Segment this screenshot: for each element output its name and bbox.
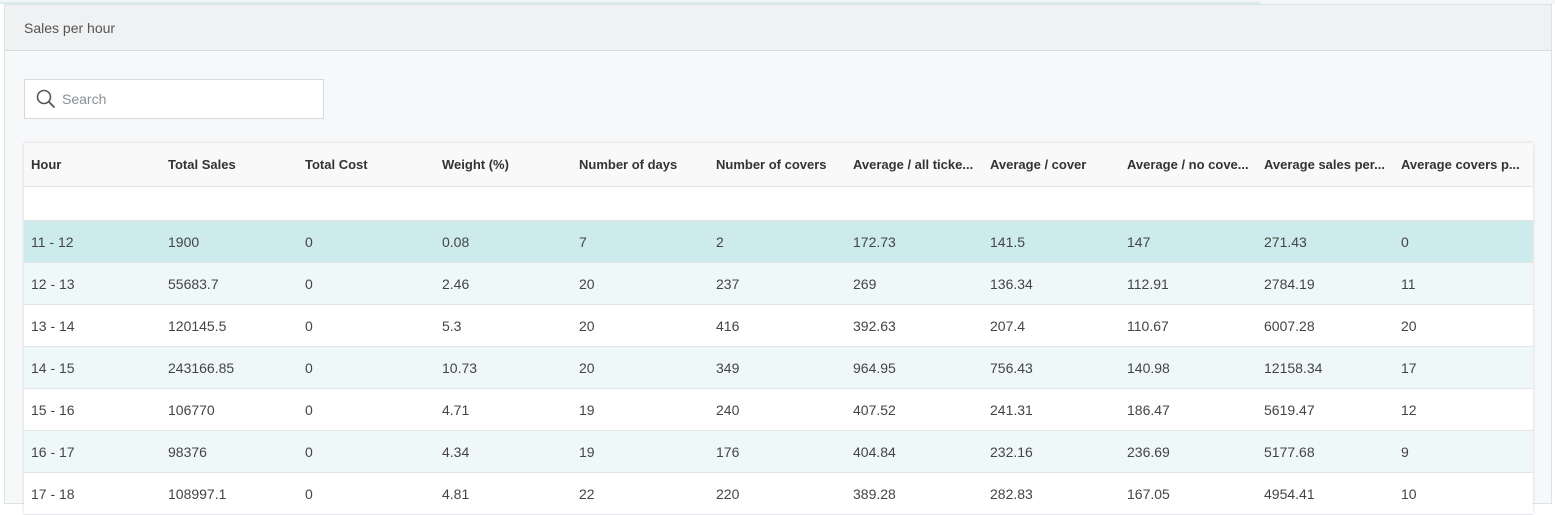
column-header[interactable]: Average / cover bbox=[983, 143, 1120, 187]
table-cell: 0 bbox=[1394, 220, 1533, 263]
table-cell: 392.63 bbox=[846, 304, 983, 347]
sales-table: Hour Total Sales Total Cost Weight (%) Numbe… bbox=[24, 143, 1533, 515]
table-cell: 16 - 17 bbox=[24, 430, 161, 473]
table-cell: 0 bbox=[298, 346, 435, 389]
table-header-row: Hour Total Sales Total Cost Weight (%) Numbe… bbox=[24, 143, 1533, 187]
sales-per-hour-panel: Sales per hour HourTotal SalesTotal Cost… bbox=[4, 4, 1552, 515]
table-cell: 141.5 bbox=[983, 220, 1120, 263]
table-cell: 271.43 bbox=[1257, 220, 1394, 263]
column-header[interactable]: Number of covers bbox=[709, 143, 846, 187]
panel-title: Sales per hour bbox=[24, 19, 116, 36]
table-cell: 15 - 16 bbox=[24, 388, 161, 431]
table-cell: 186.47 bbox=[1120, 388, 1257, 431]
table-cell: 140.98 bbox=[1120, 346, 1257, 389]
column-header[interactable]: Total Sales bbox=[161, 143, 298, 187]
table-cell: 407.52 bbox=[846, 388, 983, 431]
table-cell: 17 bbox=[1394, 346, 1533, 389]
table-cell: 1900 bbox=[161, 220, 298, 263]
table-cell: 0 bbox=[298, 430, 435, 473]
table-cell: 20 bbox=[572, 346, 709, 389]
table-row[interactable]: 11 - 12 1900 0 0.08 7 2 172.73 141.5 147 271.43 0 bbox=[24, 220, 1533, 263]
table-cell: 207.4 bbox=[983, 304, 1120, 347]
table-cell: 7 bbox=[572, 220, 709, 263]
table-cell: 12 - 13 bbox=[24, 262, 161, 305]
table-cell: 14 - 15 bbox=[24, 346, 161, 389]
table-cell: 0 bbox=[298, 262, 435, 305]
search-input[interactable] bbox=[62, 91, 302, 107]
table-cell: 237 bbox=[709, 262, 846, 305]
table-cell: 236.69 bbox=[1120, 430, 1257, 473]
table-cell: 98376 bbox=[161, 430, 298, 473]
table-cell: 112.91 bbox=[1120, 262, 1257, 305]
sales-table-container: Hour Total Sales Total Cost Weight (%) Numbe… bbox=[24, 143, 1533, 515]
table-cell: 12 bbox=[1394, 388, 1533, 431]
column-header[interactable]: Average sales per... bbox=[1257, 143, 1394, 187]
table-cell: 0 bbox=[298, 220, 435, 263]
search-icon bbox=[36, 89, 55, 108]
table-cell: 172.73 bbox=[846, 220, 983, 263]
table-cell: 5619.47 bbox=[1257, 388, 1394, 431]
column-header[interactable]: Average covers p... bbox=[1394, 143, 1533, 187]
table-cell: 106770 bbox=[161, 388, 298, 431]
table-cell: 6007.28 bbox=[1257, 304, 1394, 347]
table-cell: 404.84 bbox=[846, 430, 983, 473]
table-cell: 241.31 bbox=[983, 388, 1120, 431]
table-cell: 0.08 bbox=[435, 220, 572, 263]
table-row[interactable]: 14 - 15 243166.85 0 10.73 20 349 964.95 756.43 1… bbox=[24, 346, 1533, 389]
table-cell: 5177.68 bbox=[1257, 430, 1394, 473]
column-header[interactable]: Weight (%) bbox=[435, 143, 572, 187]
filter-cell bbox=[24, 186, 1533, 221]
table-cell: 2 bbox=[709, 220, 846, 263]
column-header[interactable]: Average / no cove... bbox=[1120, 143, 1257, 187]
table-cell: 4.34 bbox=[435, 430, 572, 473]
table-cell: 0 bbox=[298, 304, 435, 347]
table-cell: 2784.19 bbox=[1257, 262, 1394, 305]
table-cell: 5.3 bbox=[435, 304, 572, 347]
table-cell: 12158.34 bbox=[1257, 346, 1394, 389]
table-cell: 19 bbox=[572, 388, 709, 431]
table-row[interactable]: 16 - 17 98376 0 4.34 19 176 404.84 232.16 236.69… bbox=[24, 430, 1533, 473]
table-cell: 11 bbox=[1394, 262, 1533, 305]
table-cell: 240 bbox=[709, 388, 846, 431]
column-header[interactable]: Average / all ticke... bbox=[846, 143, 983, 187]
table-cell: 243166.85 bbox=[161, 346, 298, 389]
column-header[interactable]: Total Cost bbox=[298, 143, 435, 187]
table-cell: 4.71 bbox=[435, 388, 572, 431]
table-cell: 20 bbox=[572, 304, 709, 347]
table-row[interactable]: 15 - 16 106770 0 4.71 19 240 407.52 241.31 186.4… bbox=[24, 388, 1533, 431]
table-cell: 176 bbox=[709, 430, 846, 473]
table-cell: 756.43 bbox=[983, 346, 1120, 389]
table-cell: 20 bbox=[572, 262, 709, 305]
table-cell: 349 bbox=[709, 346, 846, 389]
table-cell: 136.34 bbox=[983, 262, 1120, 305]
table-cell: 55683.7 bbox=[161, 262, 298, 305]
search-box[interactable] bbox=[24, 79, 324, 119]
table-cell: 269 bbox=[846, 262, 983, 305]
table-cell: 10.73 bbox=[435, 346, 572, 389]
column-header[interactable]: Hour bbox=[24, 143, 161, 187]
table-cell: 20 bbox=[1394, 304, 1533, 347]
table-cell: 110.67 bbox=[1120, 304, 1257, 347]
table-cell: 9 bbox=[1394, 430, 1533, 473]
table-cell: 232.16 bbox=[983, 430, 1120, 473]
table-cell: 964.95 bbox=[846, 346, 983, 389]
table-cell: 11 - 12 bbox=[24, 220, 161, 263]
table-cell: 19 bbox=[572, 430, 709, 473]
table-cell: 120145.5 bbox=[161, 304, 298, 347]
table-cell: 0 bbox=[298, 388, 435, 431]
table-cell: 2.46 bbox=[435, 262, 572, 305]
panel-header: Sales per hour bbox=[5, 5, 1551, 51]
filter-row bbox=[24, 186, 1533, 221]
table-cell: 13 - 14 bbox=[24, 304, 161, 347]
table-row[interactable]: 12 - 13 55683.7 0 2.46 20 237 269 136.34 112.91 2… bbox=[24, 262, 1533, 305]
table-cell: 416 bbox=[709, 304, 846, 347]
table-row[interactable]: 13 - 14 120145.5 0 5.3 20 416 392.63 207.4 110.6… bbox=[24, 304, 1533, 347]
column-header[interactable]: Number of days bbox=[572, 143, 709, 187]
table-cell: 147 bbox=[1120, 220, 1257, 263]
